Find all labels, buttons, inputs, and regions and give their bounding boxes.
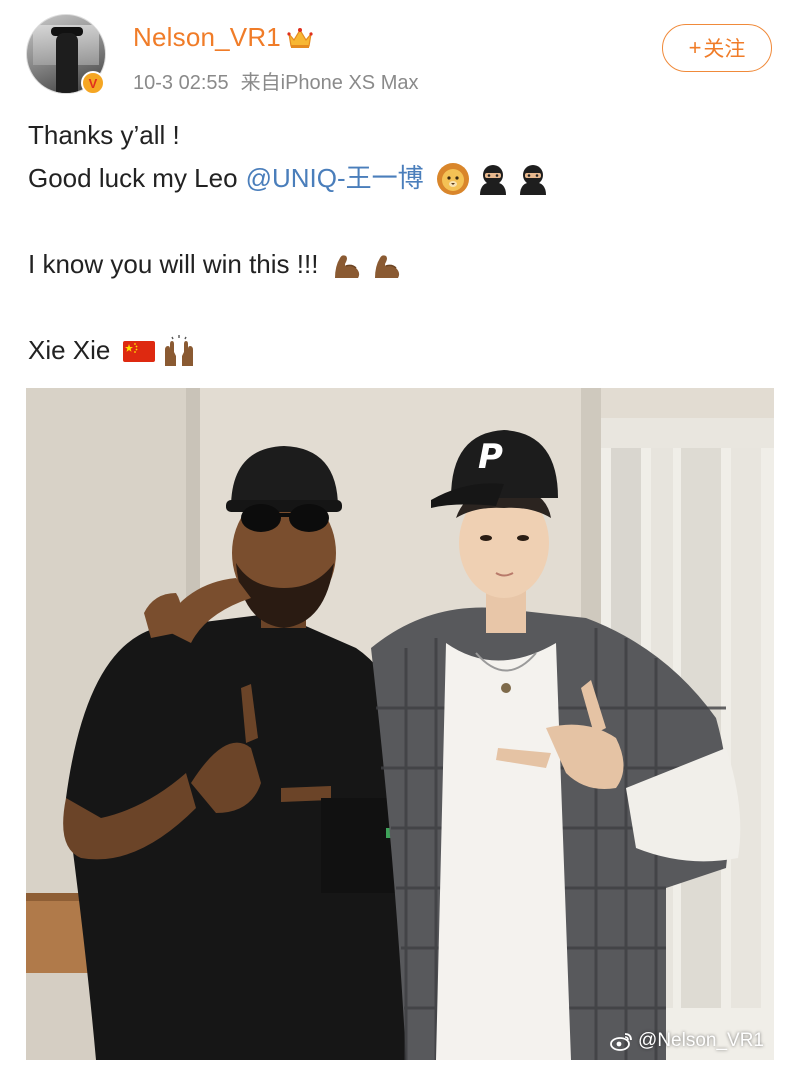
ninja-emoji-icon bbox=[476, 162, 510, 196]
follow-button[interactable]: + 关注 bbox=[662, 24, 772, 72]
post-line-3: I know you will win this !!! bbox=[28, 243, 788, 286]
username[interactable]: Nelson_VR1 bbox=[133, 22, 313, 53]
timestamp: 10-3 02:55 bbox=[133, 72, 229, 94]
verified-badge-icon: V bbox=[81, 71, 105, 95]
avatar[interactable]: V bbox=[26, 14, 106, 95]
flexed-biceps-emoji-icon bbox=[370, 248, 404, 282]
plus-icon: + bbox=[688, 35, 702, 60]
cap-logo: P bbox=[478, 437, 503, 477]
china-flag-emoji-icon bbox=[122, 334, 156, 368]
flexed-biceps-emoji-icon bbox=[330, 248, 364, 282]
post-line-1: Thanks y’all ! bbox=[28, 120, 180, 150]
post-meta: 10-3 02:55 来自iPhone XS Max bbox=[133, 66, 419, 95]
lion-emoji-icon bbox=[436, 162, 470, 196]
photo-illustration: P bbox=[26, 388, 774, 1060]
ninja-emoji-icon bbox=[516, 162, 550, 196]
mention-link[interactable]: @UNIQ-王一博 bbox=[246, 157, 424, 200]
post-line-4: Xie Xie bbox=[28, 329, 788, 372]
post-header: V Nelson_VR1 10-3 02:55 来自iPhone XS Max +… bbox=[0, 0, 800, 110]
verified-badge-letter: V bbox=[88, 75, 98, 91]
follow-label: 关注 bbox=[703, 38, 746, 61]
post-photo[interactable]: P @Nelson_VR1 bbox=[26, 388, 774, 1060]
photo-watermark: @Nelson_VR1 bbox=[610, 1030, 764, 1052]
post-line-2: Good luck my Leo @UNIQ-王一博 bbox=[28, 157, 788, 200]
crown-icon bbox=[287, 26, 313, 50]
post-body: Thanks y’all ! Good luck my Leo @UNIQ-王一… bbox=[28, 114, 788, 372]
weibo-icon bbox=[610, 1031, 634, 1051]
raising-hands-emoji-icon bbox=[162, 334, 196, 368]
username-text[interactable]: Nelson_VR1 bbox=[133, 22, 281, 53]
post-source: 来自iPhone XS Max bbox=[240, 72, 419, 94]
